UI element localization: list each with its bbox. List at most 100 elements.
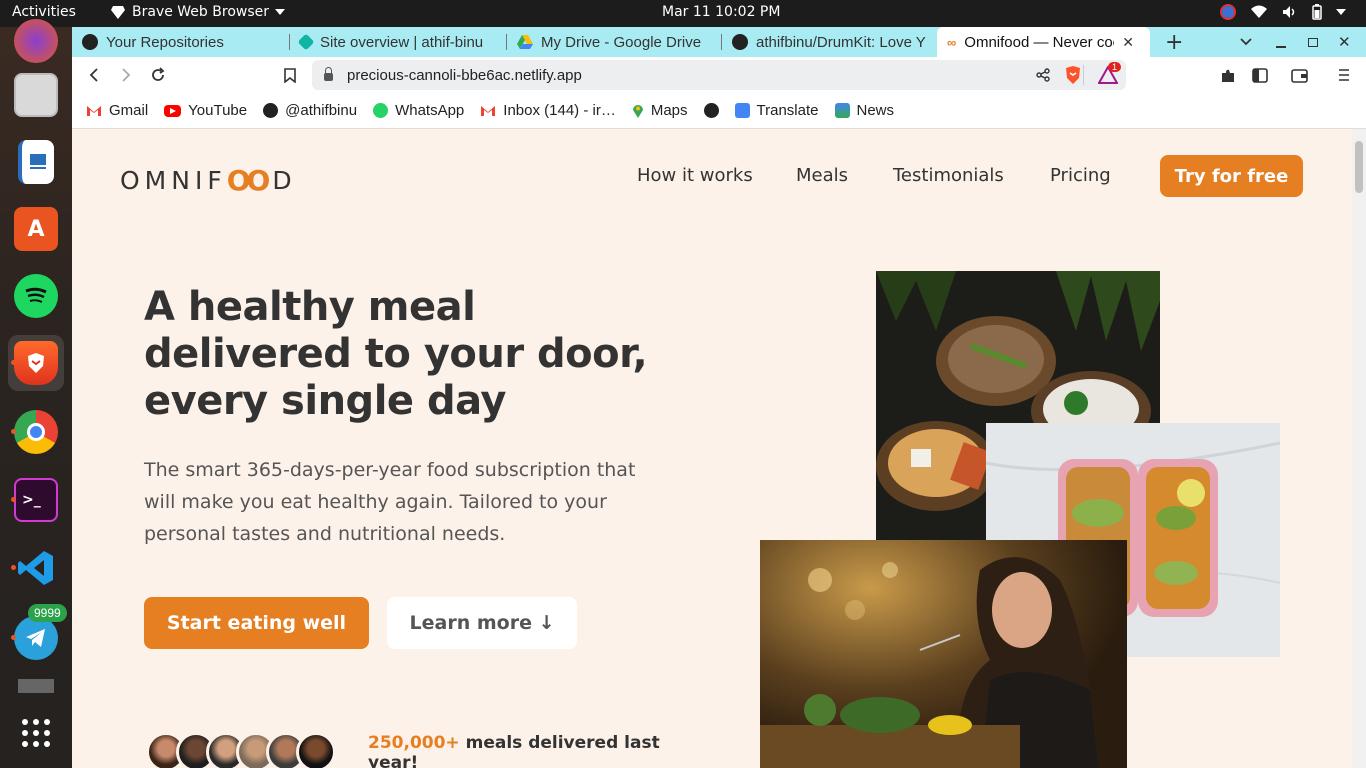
bookmark-athifbinu[interactable]: @athifbinu bbox=[263, 102, 357, 119]
try-for-free-button[interactable]: Try for free bbox=[1160, 155, 1303, 197]
page-scrollbar[interactable] bbox=[1352, 129, 1366, 768]
bookmark-translate[interactable]: Translate bbox=[734, 102, 819, 119]
dock-terminal[interactable]: >_ bbox=[8, 472, 64, 528]
globe-icon bbox=[263, 103, 279, 118]
forward-button[interactable] bbox=[114, 63, 138, 87]
news-icon bbox=[834, 103, 850, 118]
close-tab-icon[interactable]: ✕ bbox=[1122, 34, 1134, 51]
dock-files[interactable] bbox=[8, 67, 64, 123]
restore-button[interactable] bbox=[1308, 27, 1318, 57]
dock-telegram[interactable]: 9999 bbox=[8, 604, 67, 666]
omnifood-icon: ∞ bbox=[947, 34, 957, 50]
brave-lion-icon bbox=[111, 6, 125, 19]
show-applications-button[interactable] bbox=[8, 705, 64, 761]
bookmark-news[interactable]: News bbox=[834, 102, 895, 119]
telegram-unread-badge: 9999 bbox=[28, 604, 67, 622]
system-top-bar: Activities Brave Web Browser Mar 11 10:0… bbox=[0, 0, 1366, 27]
minimize-button[interactable] bbox=[1276, 27, 1286, 57]
address-bar[interactable]: precious-cannoli-bbe6ac.netlify.app bbox=[312, 60, 1126, 90]
system-tray[interactable] bbox=[1220, 4, 1346, 20]
volume-icon bbox=[1283, 6, 1295, 18]
brave-rewards-button[interactable]: 1 bbox=[1097, 62, 1122, 84]
extensions-puzzle-icon[interactable] bbox=[1220, 68, 1236, 84]
notification-icon bbox=[1220, 4, 1236, 20]
menu-hamburger-icon[interactable] bbox=[1338, 69, 1350, 81]
brave-icon bbox=[14, 341, 58, 385]
dock-vscode[interactable] bbox=[8, 540, 64, 596]
dock-app-center[interactable]: A bbox=[8, 201, 64, 257]
bookmark-button[interactable] bbox=[278, 63, 302, 87]
tab-search-button[interactable] bbox=[1240, 27, 1252, 57]
brave-shields-icon[interactable] bbox=[1064, 65, 1082, 85]
avatar bbox=[296, 732, 336, 768]
bookmark-label: Translate bbox=[756, 102, 819, 119]
restore-icon bbox=[1308, 37, 1318, 47]
share-icon[interactable] bbox=[1036, 68, 1050, 82]
tab-drumkit-repo[interactable]: athifbinu/DrumKit: Love Y bbox=[722, 27, 937, 57]
start-eating-well-button[interactable]: Start eating well bbox=[144, 597, 369, 649]
logo-text-d: D bbox=[272, 166, 297, 195]
wallet-icon[interactable] bbox=[1291, 69, 1308, 83]
dock-more-apps-partial[interactable] bbox=[8, 679, 64, 693]
nav-meals[interactable]: Meals bbox=[796, 165, 848, 186]
minimize-icon bbox=[1276, 46, 1286, 48]
maps-icon bbox=[632, 104, 643, 118]
app-icon-partial bbox=[18, 679, 54, 693]
bookmark-label: WhatsApp bbox=[395, 102, 465, 119]
bookmark-icon bbox=[284, 67, 296, 83]
files-folder-icon bbox=[14, 73, 58, 117]
telegram-icon bbox=[14, 616, 58, 660]
dock-spotify[interactable] bbox=[8, 268, 64, 324]
bookmark-gmail[interactable]: Gmail bbox=[86, 102, 148, 119]
clock[interactable]: Mar 11 10:02 PM bbox=[662, 4, 780, 20]
terminal-icon: >_ bbox=[14, 478, 58, 522]
reload-button[interactable] bbox=[146, 63, 170, 87]
hero-description: The smart 365-days-per-year food subscri… bbox=[144, 459, 636, 545]
tab-site-overview[interactable]: Site overview | athif-binu bbox=[290, 27, 507, 57]
divider bbox=[1083, 65, 1084, 85]
dock-firefox[interactable] bbox=[8, 13, 64, 69]
forward-arrow-icon bbox=[122, 68, 131, 82]
reload-icon bbox=[152, 67, 165, 81]
learn-more-button[interactable]: Learn more ↓ bbox=[387, 597, 577, 649]
tab-your-repositories[interactable]: Your Repositories bbox=[72, 27, 290, 57]
nav-pricing[interactable]: Pricing bbox=[1050, 165, 1111, 186]
bookmark-maps[interactable]: Maps bbox=[632, 102, 688, 119]
app-center-icon: A bbox=[14, 207, 58, 251]
bookmark-label: News bbox=[856, 102, 895, 119]
sidebar-icon[interactable] bbox=[1252, 68, 1268, 83]
nav-testimonials[interactable]: Testimonials bbox=[893, 165, 1004, 186]
app-menu[interactable]: Brave Web Browser bbox=[110, 4, 285, 20]
bookmark-youtube[interactable]: YouTube bbox=[164, 102, 247, 119]
bookmark-inbox[interactable]: Inbox (144) - ir… bbox=[480, 102, 616, 119]
tab-google-drive[interactable]: My Drive - Google Drive bbox=[507, 27, 722, 57]
hero-image-woman-eating bbox=[760, 540, 1127, 768]
back-button[interactable] bbox=[82, 63, 106, 87]
new-tab-button[interactable]: + bbox=[1165, 27, 1183, 57]
dock-chrome[interactable] bbox=[8, 404, 64, 460]
bookmark-label: YouTube bbox=[188, 102, 248, 119]
chevron-down-icon bbox=[1240, 38, 1252, 46]
chrome-icon bbox=[14, 410, 58, 454]
tab-omnifood[interactable]: ∞ Omnifood — Never coo ✕ bbox=[937, 27, 1150, 57]
running-indicator bbox=[11, 360, 16, 365]
lock-icon bbox=[324, 67, 333, 81]
web-page: OMNIF OO D How it works Meals Testimonials… bbox=[72, 129, 1352, 768]
bookmark-globe[interactable] bbox=[703, 103, 719, 118]
dock-brave[interactable] bbox=[8, 335, 64, 391]
document-icon bbox=[18, 140, 54, 184]
nav-how-it-works[interactable]: How it works bbox=[637, 165, 753, 186]
globe-icon bbox=[703, 103, 719, 118]
bookmark-whatsapp[interactable]: WhatsApp bbox=[373, 102, 464, 119]
dock-libreoffice-impress[interactable] bbox=[8, 134, 64, 190]
close-window-button[interactable]: ✕ bbox=[1338, 27, 1351, 57]
customer-avatars bbox=[146, 732, 336, 768]
scrollbar-thumb[interactable] bbox=[1355, 141, 1363, 193]
tab-strip: Your Repositories Site overview | athif-… bbox=[72, 27, 1366, 57]
firefox-icon bbox=[14, 19, 58, 63]
omnifood-logo[interactable]: OMNIF OO D bbox=[120, 164, 297, 197]
logo-infinity-icon: OO bbox=[226, 164, 271, 197]
bookmark-label: Inbox (144) - ir… bbox=[503, 102, 616, 119]
wifi-icon bbox=[1251, 5, 1267, 18]
tab-label: athifbinu/DrumKit: Love Y bbox=[756, 33, 926, 51]
